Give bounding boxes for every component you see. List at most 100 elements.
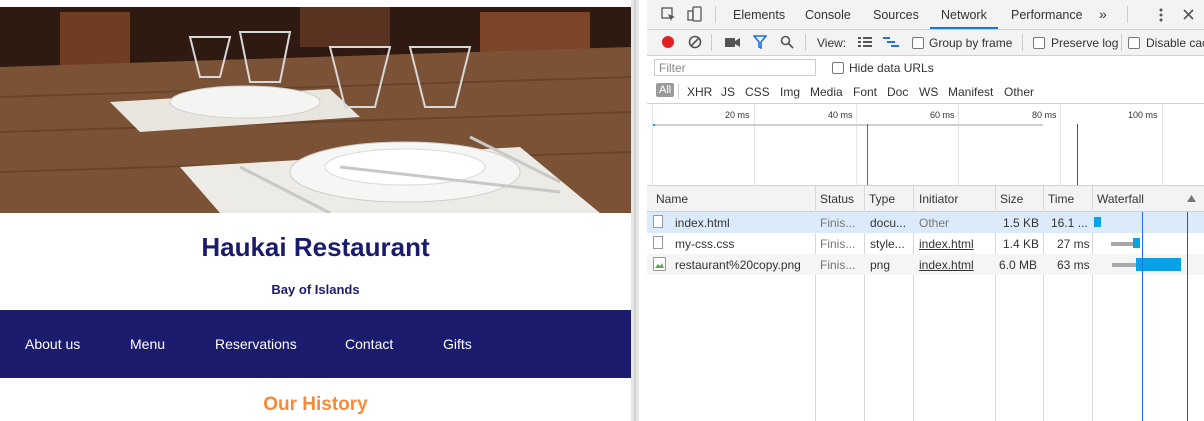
tab-performance[interactable]: Performance (1011, 8, 1083, 22)
clear-icon[interactable] (688, 35, 702, 49)
request-size: 6.0 MB (999, 258, 1038, 272)
website-viewport: Haukai Restaurant Bay of Islands About u… (0, 0, 631, 421)
tab-network[interactable]: Network (941, 8, 987, 22)
type-filter-all[interactable]: All (656, 83, 675, 97)
type-filter-other[interactable]: Other (1004, 85, 1034, 99)
more-tabs-icon[interactable]: » (1099, 6, 1107, 22)
column-waterfall[interactable]: Waterfall (1097, 192, 1144, 206)
nav-about-us[interactable]: About us (25, 336, 80, 352)
column-initiator[interactable]: Initiator (919, 192, 958, 206)
restaurant-location: Bay of Islands (271, 282, 360, 297)
overview-activity-start (653, 124, 655, 126)
preserve-log-checkbox[interactable] (1033, 37, 1045, 49)
document-file-icon (653, 215, 663, 228)
overview-grid-line (1060, 104, 1061, 185)
disable-cache-checkbox[interactable] (1128, 37, 1140, 49)
table-row[interactable]: my-css.css Finis... style... index.html … (647, 233, 1204, 254)
hero-image (0, 7, 631, 213)
column-time[interactable]: Time (1048, 192, 1074, 206)
type-filter-font[interactable]: Font (853, 85, 877, 99)
close-devtools-icon[interactable] (1183, 9, 1194, 20)
requests-table-header: Name Status Type Initiator Size Time Wat… (647, 186, 1204, 212)
sort-ascending-icon[interactable] (1187, 195, 1196, 202)
nav-gifts[interactable]: Gifts (443, 336, 472, 352)
request-size: 1.5 KB (1003, 216, 1040, 230)
tab-elements[interactable]: Elements (733, 8, 785, 22)
table-row[interactable]: index.html Finis... docu... Other 1.5 KB… (647, 212, 1204, 233)
type-filter-doc[interactable]: Doc (887, 85, 908, 99)
filter-icon[interactable] (753, 35, 767, 49)
request-size: 1.4 KB (1003, 237, 1040, 251)
table-row[interactable]: restaurant%20copy.png Finis... png index… (647, 254, 1204, 275)
column-size[interactable]: Size (1000, 192, 1023, 206)
overview-grid-line (958, 104, 959, 185)
waterfall-bar (1133, 238, 1140, 248)
request-time: 27 ms (1057, 237, 1090, 251)
request-type: style... (870, 237, 905, 251)
overview-grid-line (754, 104, 755, 185)
overview-waterfall-icon[interactable] (883, 37, 899, 48)
load-event-marker (1077, 124, 1078, 185)
disable-cache-label: Disable cache (1146, 36, 1204, 50)
column-type[interactable]: Type (869, 192, 895, 206)
group-by-frame-checkbox[interactable] (912, 37, 924, 49)
nav-menu[interactable]: Menu (130, 336, 165, 352)
request-name: index.html (675, 216, 730, 230)
type-filter-media[interactable]: Media (810, 85, 843, 99)
type-filter-manifest[interactable]: Manifest (948, 85, 993, 99)
stylesheet-file-icon (653, 236, 663, 249)
devtools-tab-bar: Elements Console Sources Network Perform… (647, 0, 1204, 30)
large-rows-icon[interactable] (858, 37, 872, 48)
request-status: Finis... (820, 216, 856, 230)
screenshot-capture-icon[interactable] (725, 37, 740, 48)
waterfall-wait (1112, 263, 1136, 267)
request-time: 63 ms (1057, 258, 1090, 272)
hide-data-urls-label: Hide data URLs (849, 61, 934, 75)
network-overview-timeline[interactable]: 20 ms 40 ms 60 ms 80 ms 100 ms (647, 104, 1204, 186)
request-initiator-link[interactable]: index.html (919, 258, 993, 272)
overview-tick-label: 80 ms (1032, 110, 1057, 120)
waterfall-load-line (1187, 212, 1188, 421)
resource-type-filters: All XHR JS CSS Img Media Font Doc WS Man… (647, 80, 1204, 104)
nav-reservations[interactable]: Reservations (215, 336, 297, 352)
overview-tick-label: 20 ms (725, 110, 750, 120)
request-type: png (870, 258, 891, 272)
type-filter-css[interactable]: CSS (745, 85, 770, 99)
record-icon[interactable] (661, 35, 675, 49)
pane-splitter[interactable] (631, 0, 639, 421)
devtools-menu-icon[interactable] (1159, 8, 1163, 22)
request-name: my-css.css (675, 237, 735, 251)
request-time: 16.1 ... (1051, 216, 1088, 230)
main-nav: About us Menu Reservations Contact Gifts (0, 310, 631, 378)
hide-data-urls-checkbox[interactable] (832, 62, 844, 74)
waterfall-wait (1111, 242, 1133, 246)
waterfall-bar (1094, 217, 1101, 227)
request-initiator-link[interactable]: index.html (919, 237, 993, 251)
overview-grid-line (652, 104, 653, 185)
type-filter-ws[interactable]: WS (919, 85, 938, 99)
type-filter-xhr[interactable]: XHR (687, 85, 712, 99)
devtools-panel: Elements Console Sources Network Perform… (647, 0, 1204, 421)
overview-tick-label: 60 ms (930, 110, 955, 120)
toolbar-separator (805, 34, 806, 51)
active-tab-indicator (930, 27, 998, 29)
column-status[interactable]: Status (820, 192, 854, 206)
nav-contact[interactable]: Contact (345, 336, 393, 352)
overview-grid-line (1162, 104, 1163, 185)
dom-content-loaded-marker (867, 124, 868, 185)
column-name[interactable]: Name (656, 192, 688, 206)
request-status: Finis... (820, 258, 856, 272)
filter-input[interactable] (654, 59, 816, 76)
splitter-grip[interactable] (634, 0, 636, 421)
type-filter-img[interactable]: Img (780, 85, 800, 99)
network-toolbar: View: Group by frame Preserve log Disabl… (647, 30, 1204, 56)
tab-sources[interactable]: Sources (873, 8, 919, 22)
inspect-element-icon[interactable] (661, 7, 677, 23)
device-toolbar-icon[interactable] (687, 6, 703, 23)
overview-tick-label: 100 ms (1128, 110, 1158, 120)
tab-console[interactable]: Console (805, 8, 851, 22)
type-filter-js[interactable]: JS (721, 85, 735, 99)
search-icon[interactable] (780, 35, 794, 49)
overview-tick-label: 40 ms (828, 110, 853, 120)
waterfall-dom-content-loaded-line (1142, 212, 1143, 421)
